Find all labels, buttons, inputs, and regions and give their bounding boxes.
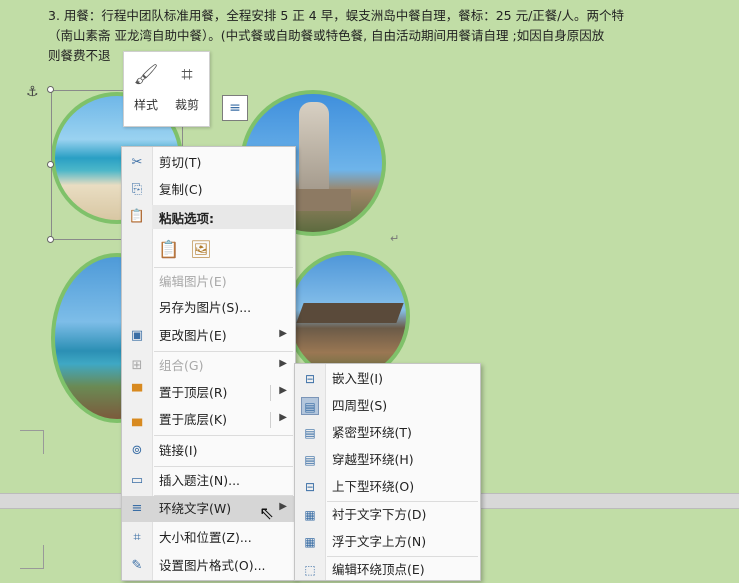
menu-item-change-picture[interactable]: ▣ 更改图片(E) ▶ (122, 323, 295, 349)
crop-button[interactable]: ⌗ 裁剪 (168, 58, 206, 118)
paste-options-header: 粘贴选项: (152, 205, 294, 229)
menu-item-label: 设置图片格式(O)... (159, 558, 266, 573)
anchor-icon: ⚓ (26, 84, 39, 100)
menu-item-label: 大小和位置(Z)... (159, 530, 252, 545)
menu-item-edit-picture: 编辑图片(E) (122, 269, 295, 295)
menu-item-save-as-picture[interactable]: 另存为图片(S)... (122, 295, 295, 321)
inline-icon: ⊟ (304, 372, 316, 386)
temple-photo[interactable] (286, 251, 410, 381)
caption-icon: ▭ (130, 473, 144, 488)
submenu-item-tight[interactable]: ▤ 紧密型环绕(T) (295, 420, 480, 446)
menu-item-insert-caption[interactable]: ▭ 插入题注(N)... (122, 468, 295, 494)
submenu-item-label: 嵌入型(I) (332, 371, 383, 386)
style-button[interactable]: 🖌 样式 (127, 58, 165, 118)
bring-to-front-icon: ▀ (132, 385, 142, 400)
menu-separator (154, 435, 293, 436)
chevron-right-icon[interactable]: ▶ (279, 412, 287, 423)
submenu-item-inline[interactable]: ⊟ 嵌入型(I) (295, 366, 480, 392)
temple-roof-shape (296, 303, 404, 323)
submenu-item-label: 衬于文字下方(D) (332, 507, 427, 522)
menu-item-link[interactable]: ⊚ 链接(I) (122, 438, 295, 464)
submenu-item-behind-text[interactable]: ▦ 衬于文字下方(D) (295, 502, 480, 528)
menu-item-copy[interactable]: ⎘ 复制(C) (122, 177, 295, 203)
submenu-item-label: 上下型环绕(O) (332, 479, 415, 494)
menu-item-label: 复制(C) (159, 182, 203, 197)
square-wrap-icon: ▤ (301, 397, 319, 415)
submenu-item-through[interactable]: ▤ 穿越型环绕(H) (295, 447, 480, 473)
style-label: 样式 (133, 98, 158, 112)
menu-item-label: 链接(I) (159, 443, 198, 458)
menu-item-label: 编辑图片(E) (159, 274, 227, 289)
wrap-text-submenu: ⊟ 嵌入型(I) ▤ 四周型(S) ▤ 紧密型环绕(T) ▤ 穿越型环绕(H) … (294, 363, 481, 581)
resize-handle[interactable] (47, 161, 54, 168)
submenu-item-label: 紧密型环绕(T) (332, 425, 412, 440)
mini-toolbar: 🖌 样式 ⌗ 裁剪 (123, 51, 210, 127)
doc-line: （南山素斋 亚龙湾自助中餐）。(中式餐或自助餐或特色餐, 自由活动期间用餐请自理… (48, 28, 605, 43)
menu-item-format-picture[interactable]: ✎ 设置图片格式(O)... (122, 553, 295, 579)
chevron-right-icon: ▶ (279, 358, 287, 369)
through-wrap-icon: ▤ (304, 453, 316, 467)
crop-icon: ⌗ (181, 62, 193, 86)
paste-icon: 📋 (128, 209, 146, 224)
change-picture-icon: ▣ (130, 328, 144, 343)
layout-options-icon[interactable]: ≡ (222, 95, 248, 121)
split-divider (270, 385, 271, 401)
menu-item-label: 环绕文字(W) (159, 501, 232, 516)
submenu-item-label: 编辑环绕顶点(E) (332, 562, 425, 577)
copy-icon: ⎘ (131, 182, 143, 197)
chevron-right-icon: ▶ (279, 501, 287, 512)
menu-separator (154, 351, 293, 352)
menu-item-label: 剪切(T) (159, 155, 202, 170)
menu-item-label: 置于顶层(R) (159, 385, 228, 400)
menu-item-label: 置于底层(K) (159, 412, 227, 427)
split-divider (270, 412, 271, 428)
group-icon: ⊞ (131, 358, 143, 373)
menu-item-label: 更改图片(E) (159, 328, 227, 343)
paste-as-picture-icon[interactable]: 🖼 (190, 239, 212, 261)
tight-wrap-icon: ▤ (304, 426, 316, 440)
wrap-text-icon: ≡ (131, 501, 143, 516)
submenu-item-label: 穿越型环绕(H) (332, 452, 414, 467)
chevron-right-icon[interactable]: ▶ (279, 385, 287, 396)
edit-wrap-points-icon: ⬚ (304, 563, 316, 577)
menu-item-label: 另存为图片(S)... (159, 300, 252, 315)
submenu-item-in-front[interactable]: ▦ 浮于文字上方(N) (295, 529, 480, 555)
top-bottom-icon: ⊟ (304, 480, 316, 494)
in-front-icon: ▦ (304, 535, 316, 549)
resize-handle[interactable] (47, 86, 54, 93)
doc-line: 3. 用餐：行程中团队标准用餐，全程安排 5 正 4 早，蜈支洲岛中餐自理，餐标… (48, 8, 625, 23)
menu-item-send-to-back[interactable]: ▄ 置于底层(K) ▶ (122, 407, 295, 433)
menu-item-label: 粘贴选项: (159, 211, 214, 226)
send-to-back-icon: ▄ (132, 412, 142, 427)
submenu-item-square[interactable]: ▤ 四周型(S) (295, 393, 480, 419)
margin-corner (20, 430, 44, 454)
size-position-icon: ⌗ (133, 530, 141, 545)
resize-handle[interactable] (47, 236, 54, 243)
submenu-item-label: 浮于文字上方(N) (332, 534, 427, 549)
behind-text-icon: ▦ (304, 508, 316, 522)
picture-style-icon: 🖌 (133, 62, 159, 86)
scissors-icon: ✂ (131, 155, 143, 170)
submenu-item-label: 四周型(S) (332, 398, 388, 413)
crop-label: 裁剪 (174, 98, 199, 112)
paste-keep-format-icon[interactable]: 📋 (158, 239, 180, 261)
menu-item-bring-to-front[interactable]: ▀ 置于顶层(R) ▶ (122, 380, 295, 406)
statue-shape (299, 102, 329, 192)
link-icon: ⊚ (131, 443, 143, 458)
menu-item-label: 插入题注(N)... (159, 473, 241, 488)
menu-separator (154, 267, 293, 268)
mouse-cursor-icon: ⇖ (259, 503, 275, 524)
chevron-right-icon: ▶ (279, 328, 287, 339)
submenu-item-top-bottom[interactable]: ⊟ 上下型环绕(O) (295, 474, 480, 500)
menu-item-label: 组合(G) (159, 358, 204, 373)
margin-corner (20, 545, 44, 569)
paragraph-mark: ↵ (390, 232, 400, 245)
submenu-item-edit-wrap-points[interactable]: ⬚ 编辑环绕顶点(E) (295, 557, 480, 583)
menu-item-group: ⊞ 组合(G) ▶ (122, 353, 295, 379)
menu-item-cut[interactable]: ✂ 剪切(T) (122, 150, 295, 176)
menu-separator (154, 466, 293, 467)
format-picture-icon: ✎ (131, 558, 143, 573)
menu-item-size-position[interactable]: ⌗ 大小和位置(Z)... (122, 525, 295, 551)
